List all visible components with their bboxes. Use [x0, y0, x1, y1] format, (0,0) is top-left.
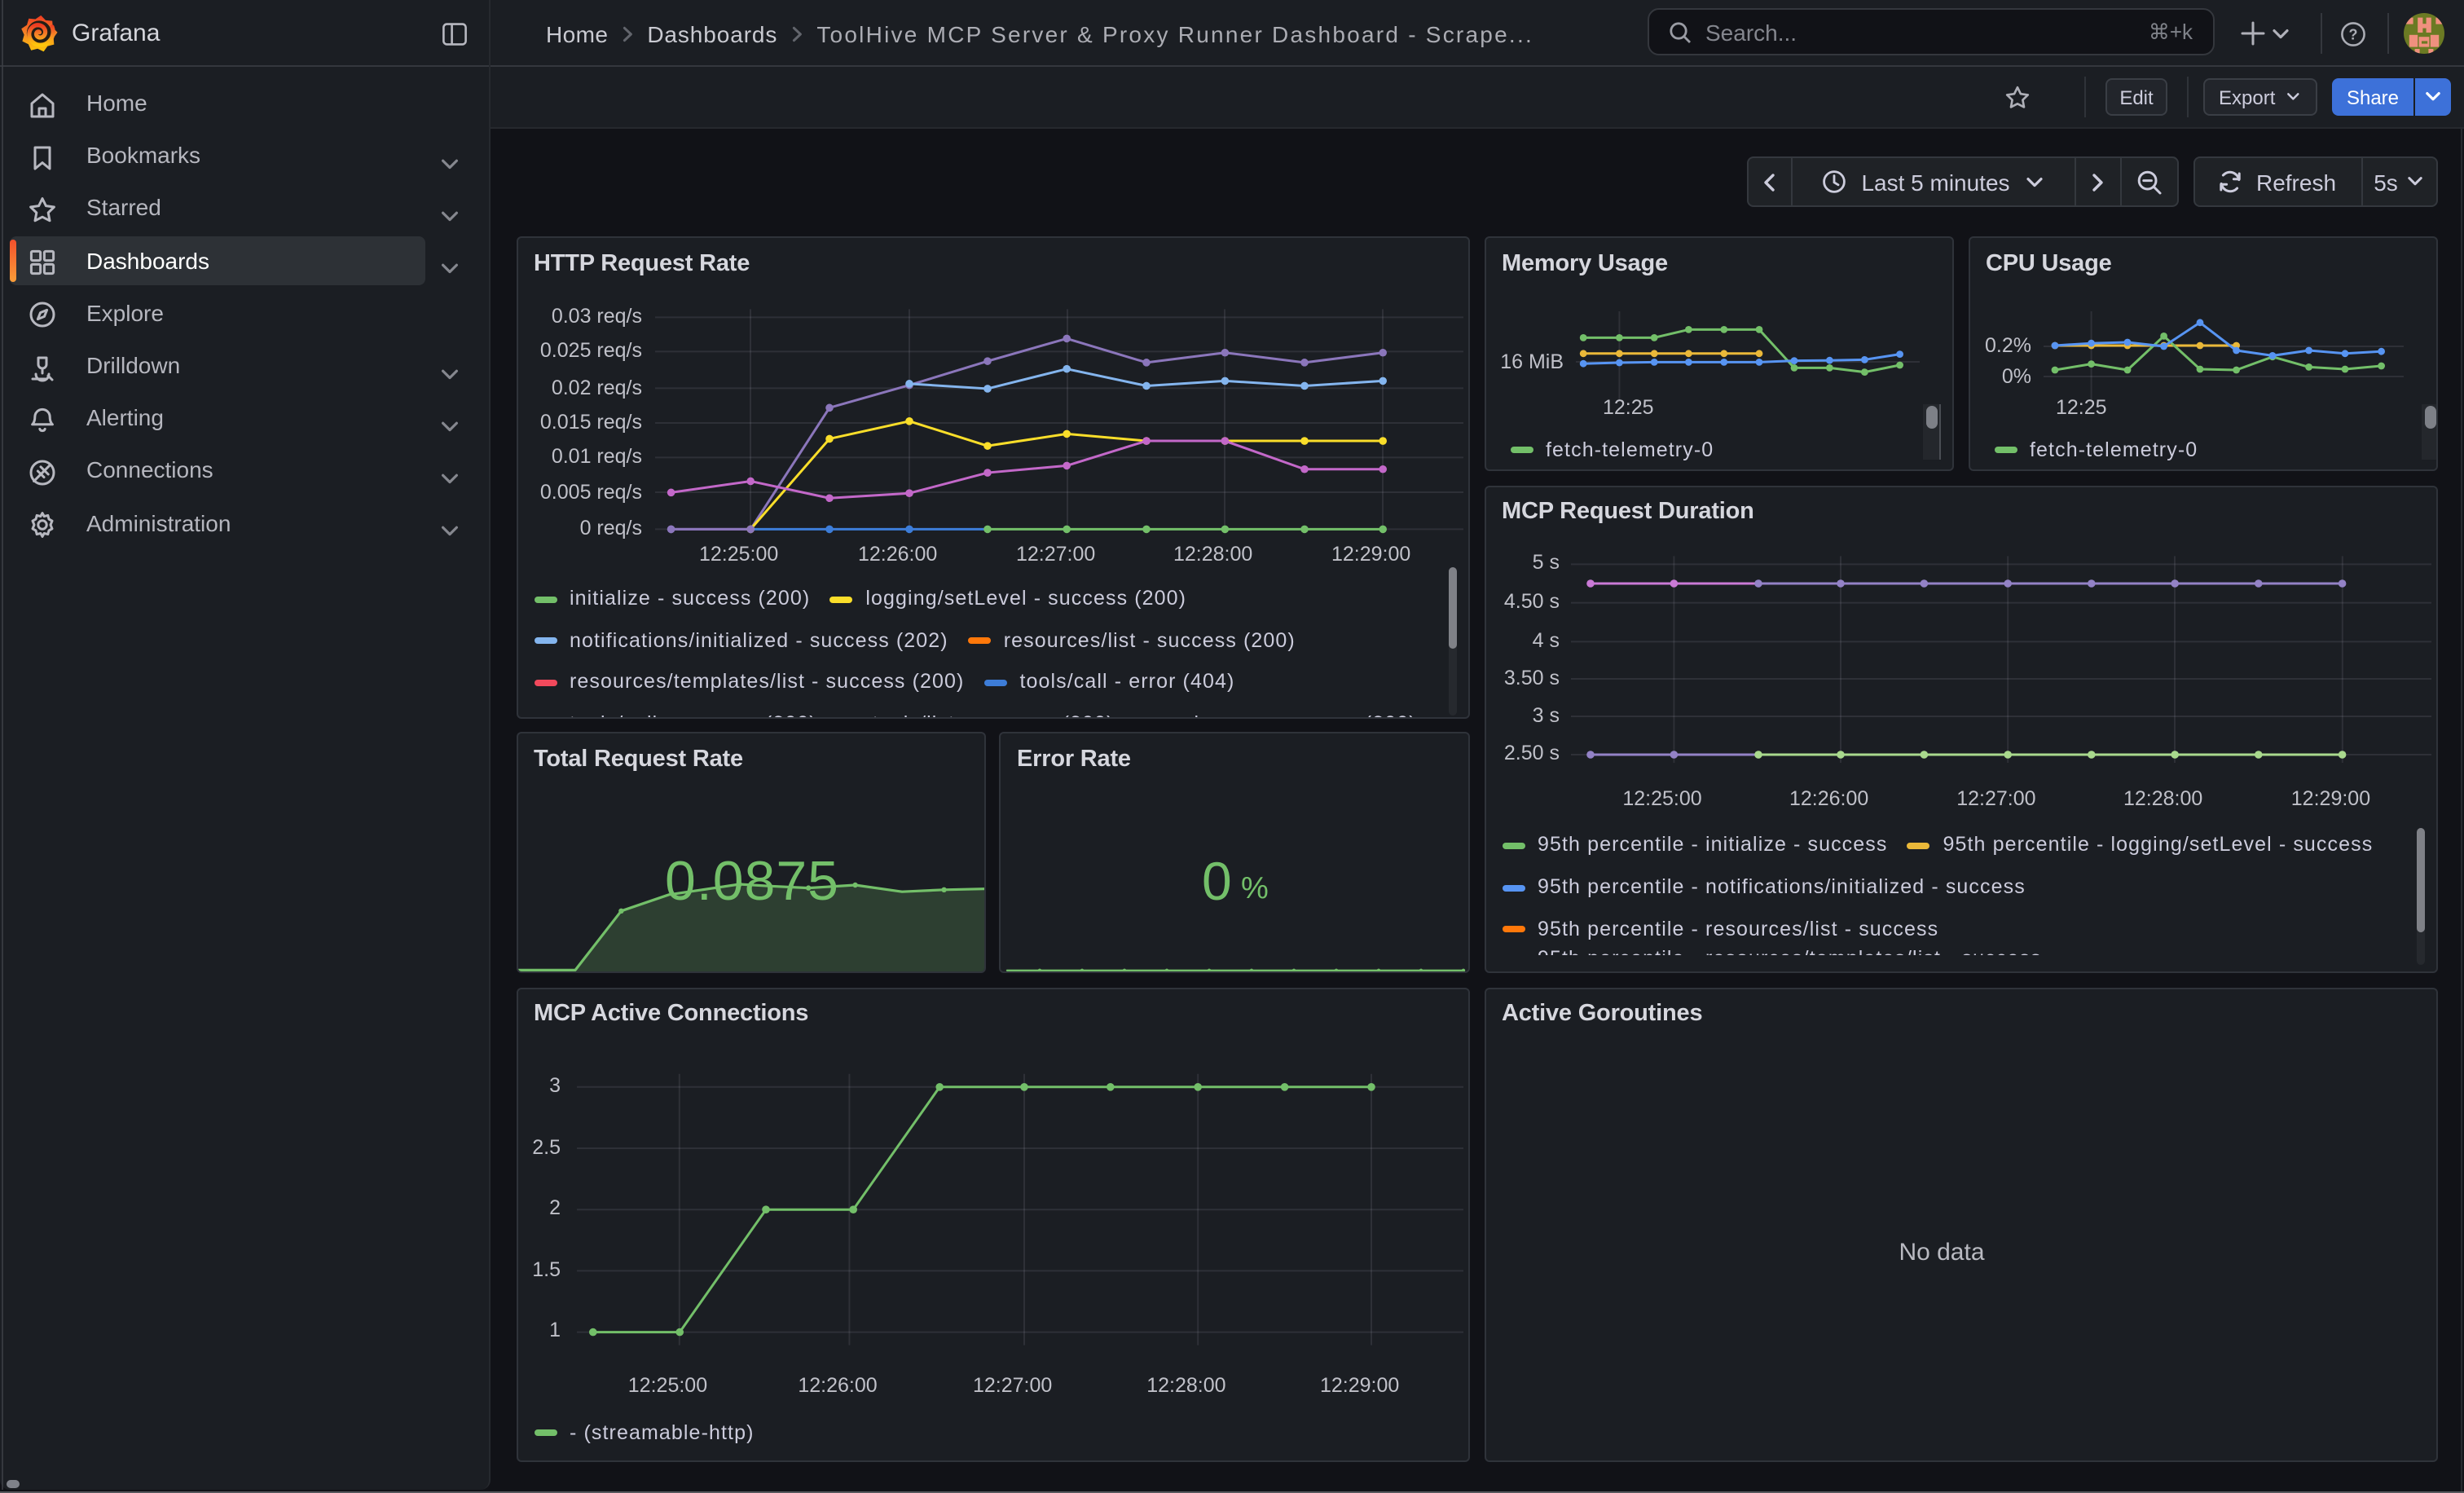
svg-text:?: ?	[2348, 25, 2357, 42]
